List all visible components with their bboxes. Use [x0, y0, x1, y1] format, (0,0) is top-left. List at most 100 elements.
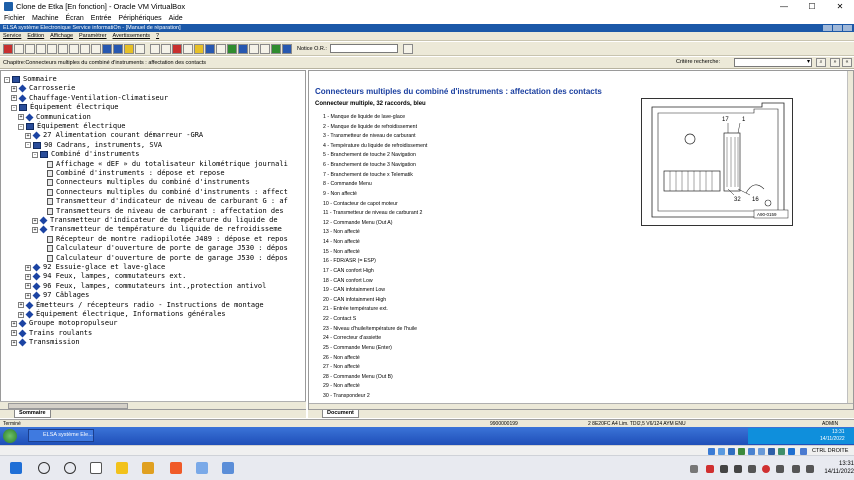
collapse-icon[interactable]: -: [11, 104, 17, 111]
cortana-icon[interactable]: [64, 462, 76, 474]
tree-item[interactable]: +92 Essuie-glace et lave-glace: [25, 263, 165, 272]
expand-icon[interactable]: +: [25, 273, 31, 280]
criteria-select[interactable]: [734, 58, 812, 67]
expand-icon[interactable]: +: [25, 132, 31, 139]
tree-item[interactable]: - Sommaire: [4, 75, 57, 84]
menu-avertissements[interactable]: Avertissements: [113, 33, 151, 39]
audio-icon[interactable]: [728, 448, 735, 455]
tree-item[interactable]: Récepteur de montre radiopilotée J489 : …: [39, 235, 288, 244]
keyboard-icon[interactable]: [776, 465, 784, 473]
search-next-icon[interactable]: »: [830, 58, 840, 67]
expand-icon[interactable]: +: [11, 320, 17, 327]
menu-service[interactable]: Service: [3, 33, 21, 39]
help-icon[interactable]: [124, 43, 134, 54]
document-horizontal-scrollbar[interactable]: [309, 403, 853, 409]
menu-edition[interactable]: Edition: [27, 33, 44, 39]
tray-icon-2[interactable]: [720, 465, 728, 473]
tree-item[interactable]: Combiné d'instruments : dépose et repose: [39, 169, 225, 178]
search-icon[interactable]: ⌕: [816, 58, 826, 67]
task-view-icon[interactable]: [90, 462, 102, 474]
notice-input[interactable]: [329, 44, 398, 53]
tree-item[interactable]: Connecteurs multiples du combiné d'instr…: [39, 178, 250, 187]
info-icon[interactable]: [113, 43, 123, 54]
brave-browser-icon[interactable]: [170, 462, 182, 474]
windows-start-icon[interactable]: [10, 462, 22, 474]
tree-horizontal-scrollbar[interactable]: [0, 401, 306, 409]
tree-item[interactable]: + Groupe motopropulseur: [11, 319, 118, 328]
expand-icon[interactable]: +: [32, 226, 38, 233]
hdd-icon[interactable]: [708, 448, 715, 455]
tree-item[interactable]: + Transmetteur de température du liquide …: [32, 225, 282, 234]
stop-icon[interactable]: [3, 43, 13, 54]
expand-icon[interactable]: +: [11, 339, 17, 346]
tree-item[interactable]: - Équipement électrique: [11, 103, 119, 112]
tab-document[interactable]: Document: [322, 410, 359, 418]
document-vertical-scrollbar[interactable]: [847, 71, 853, 403]
virtualbox-taskbar-icon[interactable]: [196, 462, 208, 474]
tree-item[interactable]: + Équipement électrique, Informations gén…: [18, 310, 226, 319]
tree-item[interactable]: Transmetteurs de niveau de carburant : a…: [39, 207, 284, 216]
open-icon[interactable]: [14, 43, 24, 54]
etka-icon[interactable]: [222, 462, 234, 474]
globe-icon[interactable]: [282, 43, 292, 54]
menu-fichier[interactable]: Fichier: [4, 15, 25, 22]
display-icon[interactable]: [768, 448, 775, 455]
menu-affichage[interactable]: Affichage: [50, 33, 73, 39]
collapse-icon[interactable]: -: [18, 123, 24, 130]
expand-icon[interactable]: +: [11, 85, 17, 92]
mouse-icon[interactable]: [800, 448, 807, 455]
menu-peripheriques[interactable]: Périphériques: [118, 15, 161, 22]
tree-item[interactable]: Transmetteur d'indicateur de niveau de c…: [39, 197, 288, 206]
tree-item[interactable]: Affichage « dEF » du totalisateur kilomé…: [39, 160, 288, 169]
expand-icon[interactable]: +: [18, 311, 24, 318]
host-clock[interactable]: 13:31 14/11/2022: [822, 460, 854, 476]
collapse-icon[interactable]: -: [4, 76, 10, 83]
collapse-icon[interactable]: -: [25, 142, 31, 149]
document-icon[interactable]: [25, 43, 35, 54]
print-icon[interactable]: [47, 43, 57, 54]
expand-icon[interactable]: +: [11, 330, 17, 337]
menu-ecran[interactable]: Écran: [65, 15, 83, 22]
last-page-icon[interactable]: [91, 43, 101, 54]
repair-icon[interactable]: [172, 43, 182, 54]
network-tray-icon[interactable]: [806, 465, 814, 473]
notice-go-icon[interactable]: [402, 43, 413, 54]
tray-arrow-icon[interactable]: [690, 465, 698, 473]
elsa-close-button[interactable]: [843, 25, 852, 31]
guest-start-button[interactable]: [3, 429, 17, 443]
expand-icon[interactable]: +: [25, 283, 31, 290]
expand-icon[interactable]: +: [25, 292, 31, 299]
tool-icon[interactable]: [161, 43, 171, 54]
app-icon[interactable]: [142, 462, 154, 474]
image-icon[interactable]: [183, 43, 193, 54]
warning-icon[interactable]: [194, 43, 204, 54]
tree-item[interactable]: + Émetteurs / récepteurs radio - Instruct…: [18, 301, 264, 310]
expand-icon[interactable]: +: [18, 114, 24, 121]
close-button[interactable]: ✕: [826, 0, 854, 13]
expand-icon[interactable]: +: [25, 264, 31, 271]
menu-machine[interactable]: Machine: [32, 15, 58, 22]
bookmark-icon[interactable]: [135, 43, 145, 54]
menu-aide[interactable]: Aide: [169, 15, 183, 22]
tray-icon-1[interactable]: [706, 465, 714, 473]
usb-icon[interactable]: [748, 448, 755, 455]
ok-icon[interactable]: [271, 43, 281, 54]
tree-item[interactable]: + Communication: [18, 113, 91, 122]
list-icon[interactable]: [216, 43, 226, 54]
tray-icon-3[interactable]: [734, 465, 742, 473]
next-page-icon[interactable]: [80, 43, 90, 54]
cpu-icon[interactable]: [788, 448, 795, 455]
export-icon[interactable]: [249, 43, 259, 54]
search-icon[interactable]: [38, 462, 50, 474]
elsa-minimize-button[interactable]: [823, 25, 832, 31]
volume-icon[interactable]: [792, 465, 800, 473]
guest-task-elsa[interactable]: ELSA système Ele...: [28, 429, 94, 442]
network-icon[interactable]: [738, 448, 745, 455]
expand-icon[interactable]: +: [32, 217, 38, 224]
expand-icon[interactable]: +: [18, 302, 24, 309]
prev-page-icon[interactable]: [69, 43, 79, 54]
tree-item[interactable]: + Chauffage-Ventilation-Climatiseur: [11, 94, 168, 103]
tree-item[interactable]: - Combiné d'instruments: [32, 150, 140, 159]
recording-icon[interactable]: [778, 448, 785, 455]
tree-item[interactable]: Connecteurs multiples du combiné d'instr…: [39, 187, 288, 197]
